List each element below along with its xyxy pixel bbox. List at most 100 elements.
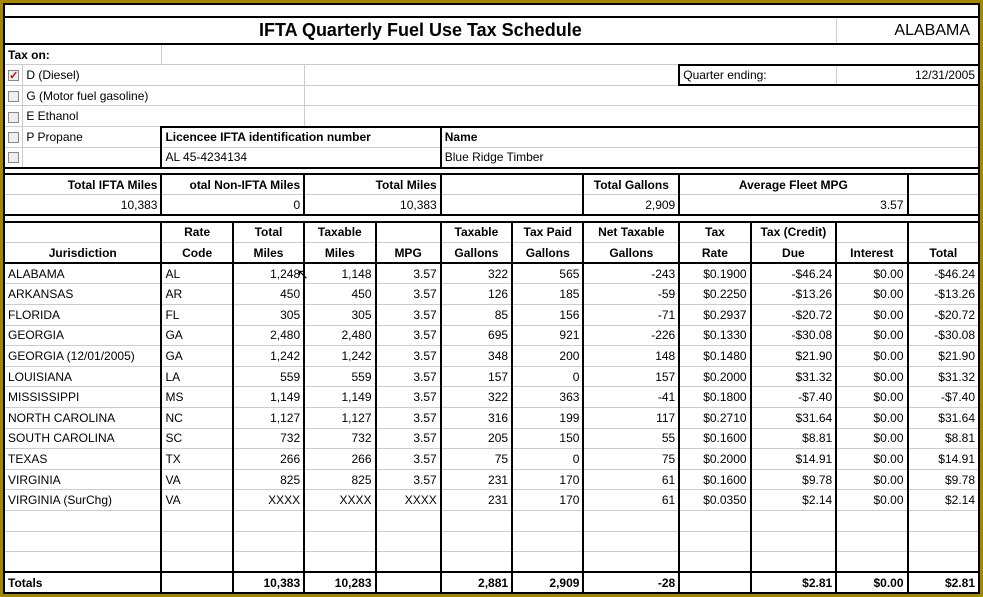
cell-rate-code[interactable]: TX [161, 449, 232, 470]
cell-total-miles[interactable]: 266 [233, 449, 304, 470]
cell-tax-due[interactable]: -$13.26 [751, 284, 837, 305]
cell-taxable-gallons[interactable]: 231 [441, 490, 512, 511]
cell-tax-rate[interactable]: $0.1600 [679, 428, 750, 449]
cell-taxable-gallons[interactable]: 695 [441, 325, 512, 346]
cell-rate-code[interactable]: VA [161, 490, 232, 511]
table-row[interactable]: GEORGIAGA2,4802,4803.57695921-226$0.1330… [4, 325, 979, 346]
table-row[interactable]: ARKANSASAR4504503.57126185-59$0.2250-$13… [4, 284, 979, 305]
cell-taxpaid-gallons[interactable]: 200 [512, 346, 583, 367]
cell-mpg[interactable]: XXXX [376, 490, 441, 511]
cell-net-gallons[interactable]: -226 [583, 325, 679, 346]
cell-jurisdiction[interactable]: ARKANSAS [4, 284, 161, 305]
cell-taxable-miles[interactable]: 1,242 [304, 346, 375, 367]
ifta-spreadsheet[interactable]: IFTA Quarterly Fuel Use Tax Schedule ALA… [3, 3, 980, 594]
fuel-check-ethanol[interactable] [4, 106, 23, 127]
cell-net-gallons[interactable]: 55 [583, 428, 679, 449]
cell-tax-rate[interactable]: $0.1330 [679, 325, 750, 346]
cell-total-miles[interactable]: XXXX [233, 490, 304, 511]
cell-taxable-gallons[interactable]: 322 [441, 387, 512, 408]
cell-rate-code[interactable]: NC [161, 408, 232, 429]
table-row[interactable]: VIRGINIA (SurChg)VAXXXXXXXXXXXX23117061$… [4, 490, 979, 511]
cell-total[interactable]: -$46.24 [908, 263, 979, 284]
avg-mpg-value[interactable]: 3.57 [679, 195, 907, 216]
cell-total-miles[interactable]: 559 [233, 366, 304, 387]
table-row[interactable]: MISSISSIPPIMS1,1491,1493.57322363-41$0.1… [4, 387, 979, 408]
cell-interest[interactable]: $0.00 [836, 428, 907, 449]
cell-mpg[interactable]: 3.57 [376, 366, 441, 387]
cell-tax-due[interactable]: -$46.24 [751, 263, 837, 284]
cell-taxable-gallons[interactable]: 75 [441, 449, 512, 470]
cell-taxable-miles[interactable]: 559 [304, 366, 375, 387]
cell-tax-rate[interactable]: $0.2937 [679, 304, 750, 325]
cell-jurisdiction[interactable]: FLORIDA [4, 304, 161, 325]
cell-total-miles[interactable]: 1,248 [233, 263, 304, 284]
cell-mpg[interactable]: 3.57 [376, 428, 441, 449]
fuel-check-propane[interactable] [4, 127, 23, 148]
cell-net-gallons[interactable]: 117 [583, 408, 679, 429]
cell-rate-code[interactable]: AL [161, 263, 232, 284]
cell-total[interactable]: $14.91 [908, 449, 979, 470]
cell-taxable-miles[interactable]: 305 [304, 304, 375, 325]
cell-taxable-gallons[interactable]: 348 [441, 346, 512, 367]
total-non-ifta-value[interactable]: 0 [161, 195, 304, 216]
cell-total[interactable]: -$30.08 [908, 325, 979, 346]
cell-taxable-gallons[interactable]: 205 [441, 428, 512, 449]
cell-jurisdiction[interactable]: VIRGINIA (SurChg) [4, 490, 161, 511]
quarter-ending-value[interactable]: 12/31/2005 [836, 65, 979, 86]
cell-taxpaid-gallons[interactable]: 150 [512, 428, 583, 449]
cell-tax-rate[interactable]: $0.1600 [679, 469, 750, 490]
table-row[interactable]: GEORGIA (12/01/2005)GA1,2421,2423.573482… [4, 346, 979, 367]
table-row[interactable]: SOUTH CAROLINASC7327323.5720515055$0.160… [4, 428, 979, 449]
cell-taxable-miles[interactable]: 1,149 [304, 387, 375, 408]
name-value[interactable]: Blue Ridge Timber [441, 147, 979, 168]
cell-interest[interactable]: $0.00 [836, 408, 907, 429]
cell-mpg[interactable]: 3.57 [376, 449, 441, 470]
cell-tax-rate[interactable]: $0.0350 [679, 490, 750, 511]
cell-total-miles[interactable]: 732 [233, 428, 304, 449]
table-row[interactable]: VIRGINIAVA8258253.5723117061$0.1600$9.78… [4, 469, 979, 490]
cell-rate-code[interactable]: MS [161, 387, 232, 408]
cell-taxpaid-gallons[interactable]: 363 [512, 387, 583, 408]
cell-rate-code[interactable]: AR [161, 284, 232, 305]
cell-total-miles[interactable]: 1,242 [233, 346, 304, 367]
cell-rate-code[interactable]: GA [161, 325, 232, 346]
cell-rate-code[interactable]: SC [161, 428, 232, 449]
cell-interest[interactable]: $0.00 [836, 469, 907, 490]
cell-taxable-miles[interactable]: 825 [304, 469, 375, 490]
table-row[interactable]: FLORIDAFL3053053.5785156-71$0.2937-$20.7… [4, 304, 979, 325]
cell-net-gallons[interactable]: 75 [583, 449, 679, 470]
cell-total[interactable]: $31.64 [908, 408, 979, 429]
cell-taxable-gallons[interactable]: 85 [441, 304, 512, 325]
cell-interest[interactable]: $0.00 [836, 490, 907, 511]
cell-total[interactable]: -$7.40 [908, 387, 979, 408]
cell-taxpaid-gallons[interactable]: 0 [512, 366, 583, 387]
cell-taxable-gallons[interactable]: 157 [441, 366, 512, 387]
total-ifta-miles-value[interactable]: 10,383 [4, 195, 161, 216]
cell-rate-code[interactable]: LA [161, 366, 232, 387]
cell-jurisdiction[interactable]: LOUISIANA [4, 366, 161, 387]
cell-total-miles[interactable]: 1,127 [233, 408, 304, 429]
cell-jurisdiction[interactable]: NORTH CAROLINA [4, 408, 161, 429]
cell-net-gallons[interactable]: 148 [583, 346, 679, 367]
cell-total[interactable]: $8.81 [908, 428, 979, 449]
cell-taxpaid-gallons[interactable]: 921 [512, 325, 583, 346]
cell-jurisdiction[interactable]: ALABAMA [4, 263, 161, 284]
cell-jurisdiction[interactable]: GEORGIA (12/01/2005) [4, 346, 161, 367]
cell-tax-rate[interactable]: $0.2710 [679, 408, 750, 429]
cell-interest[interactable]: $0.00 [836, 387, 907, 408]
cell-tax-due[interactable]: $2.14 [751, 490, 837, 511]
table-row[interactable]: LOUISIANALA5595593.571570157$0.2000$31.3… [4, 366, 979, 387]
cell-interest[interactable]: $0.00 [836, 449, 907, 470]
cell-net-gallons[interactable]: -41 [583, 387, 679, 408]
cell-taxable-miles[interactable]: 266 [304, 449, 375, 470]
cell-taxable-miles[interactable]: XXXX [304, 490, 375, 511]
cell-interest[interactable]: $0.00 [836, 263, 907, 284]
cell-taxable-miles[interactable]: 732 [304, 428, 375, 449]
cell-rate-code[interactable]: GA [161, 346, 232, 367]
cell-taxable-miles[interactable]: 1,127 [304, 408, 375, 429]
cell-taxable-miles[interactable]: 1,148 [304, 263, 375, 284]
cell-mpg[interactable]: 3.57 [376, 469, 441, 490]
cell-mpg[interactable]: 3.57 [376, 284, 441, 305]
cell-total-miles[interactable]: 825 [233, 469, 304, 490]
cell-taxpaid-gallons[interactable]: 0 [512, 449, 583, 470]
